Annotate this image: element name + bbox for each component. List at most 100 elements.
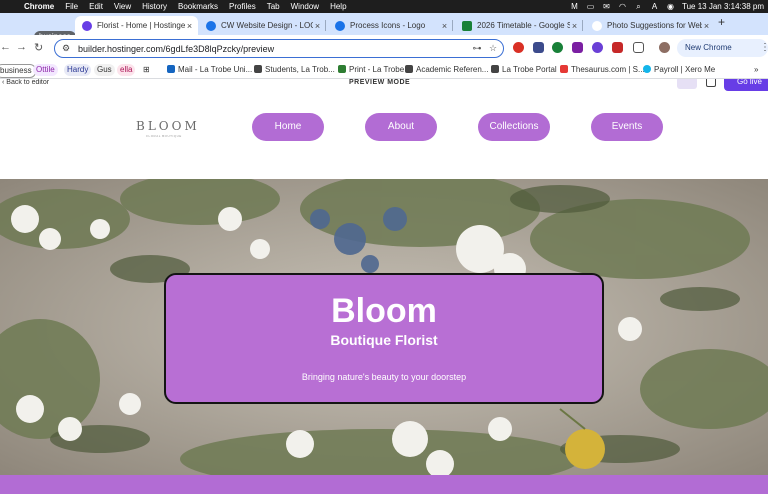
bookmarks-overflow-icon[interactable]: » [754,64,758,76]
hero-tagline: Bringing nature's beauty to your doorste… [301,372,467,382]
menu-app-name[interactable]: Chrome [24,2,54,11]
url-text[interactable]: builder.hostinger.com/6gdLfe3D8lqPzcky/p… [78,44,471,54]
menubar-clock[interactable]: Tue 13 Jan 3:14:38 pm [682,2,764,11]
menu-window[interactable]: Window [291,2,319,11]
chrome-update-button[interactable]: New Chrome available [677,39,768,70]
tab-process-icons[interactable]: Process Icons - Logo × [328,16,453,35]
bookmark-group-ella[interactable]: ella [117,64,136,76]
close-tab-icon[interactable]: × [702,21,711,31]
canva-favicon-icon [206,20,216,31]
password-key-icon[interactable]: ⊶ [471,43,483,54]
mail-icon [167,65,175,73]
bookmark-academic[interactable]: Academic Referen... [405,64,488,76]
nav-collections-button[interactable]: Collections [478,113,550,141]
a-icon[interactable]: A [650,2,659,11]
game-extension-icon[interactable] [612,42,623,53]
wifi-icon[interactable]: ◠ [618,2,627,11]
puzzle-color-extension-icon[interactable] [572,42,583,53]
bookmark-group-gus[interactable]: Gus [94,64,115,76]
menu-bookmarks[interactable]: Bookmarks [178,2,218,11]
back-icon[interactable]: ← [0,41,11,53]
tab-strip: business Florist - Home | Hostinger W...… [0,13,768,43]
menu-help[interactable]: Help [330,2,346,11]
nav-events-button[interactable]: Events [591,113,663,141]
page-viewport: ‹ Back to editor PREVIEW MODE Go live BL… [0,79,768,494]
close-tab-icon[interactable]: × [313,21,322,31]
menu-profiles[interactable]: Profiles [229,2,256,11]
next-section-band [0,475,768,494]
latrobe-icon [491,65,499,73]
site-logo[interactable]: BLOOM FLORAL BOUTIQUE [136,119,200,143]
menu-edit[interactable]: Edit [89,2,103,11]
tab-cw-website[interactable]: CW Website Design - LOGO... × [199,16,326,35]
bookmark-students[interactable]: Students, La Trob... [254,64,335,76]
tab-florist[interactable]: Florist - Home | Hostinger W... × [75,16,198,35]
apps-grid-icon[interactable]: ⊞ [143,64,150,76]
menu-tab[interactable]: Tab [267,2,280,11]
bookmark-group-business[interactable]: business [0,64,36,78]
close-tab-icon[interactable]: × [440,21,449,31]
latrobe-icon [254,65,262,73]
purple-extension-icon[interactable] [592,42,603,53]
m-icon[interactable]: M [570,2,579,11]
menu-history[interactable]: History [142,2,167,11]
bookmark-latrobe-portal[interactable]: La Trobe Portal [491,64,557,76]
google-sheets-favicon-icon [462,20,472,31]
mail-icon[interactable]: ✉ [602,2,611,11]
tab-title: 2026 Timetable - Google She... [477,21,570,30]
hero-subtitle: Boutique Florist [330,332,438,348]
macos-menubar: Chrome File Edit View History Bookmarks … [0,0,768,13]
tab-title: Photo Suggestions for Webs... [607,21,702,30]
print-icon [338,65,346,73]
xero-icon [643,65,651,73]
tab-title: CW Website Design - LOGO... [221,21,313,30]
preview-mode-label: PREVIEW MODE [349,79,411,86]
close-tab-icon[interactable]: × [570,21,579,31]
bookmarks-bar: business Ottile Hardy Gus ella ⊞ Mail - … [0,62,768,79]
back-to-editor-link[interactable]: ‹ Back to editor [2,79,49,86]
latrobe-icon [405,65,413,73]
hero-title: Bloom [331,292,437,330]
go-live-button[interactable]: Go live [724,79,768,91]
menu-view[interactable]: View [114,2,131,11]
hostinger-favicon-icon [82,20,92,31]
grammarly-extension-icon[interactable] [552,42,563,53]
tab-timetable[interactable]: 2026 Timetable - Google She... × [455,16,583,35]
desktop-view-icon[interactable] [677,79,697,89]
ai-favicon-icon [592,20,602,31]
nav-home-button[interactable]: Home [252,113,324,141]
bookmark-thesaurus[interactable]: Thesaurus.com | S... [560,64,645,76]
search-icon[interactable]: ⌕ [634,2,643,11]
forward-icon[interactable]: → [16,41,27,53]
hero-section: Bloom Boutique Florist Bringing nature's… [0,179,768,475]
profile-avatar[interactable] [659,42,670,53]
bookmark-mail[interactable]: Mail - La Trobe Uni... [167,64,252,76]
new-tab-button[interactable]: + [718,15,725,29]
logo-tagline: FLORAL BOUTIQUE [146,134,182,138]
tab-title: Florist - Home | Hostinger W... [97,21,185,30]
address-bar[interactable]: ⚙ builder.hostinger.com/6gdLfe3D8lqPzcky… [54,39,504,58]
adblock-extension-icon[interactable] [513,42,524,53]
bookmark-payroll[interactable]: Payroll | Xero Me [643,64,715,76]
bookmark-group-ottile[interactable]: Ottile [33,64,58,76]
menubar-status-area: M ▭ ✉ ◠ ⌕ A ◉ Tue 13 Jan 3:14:38 pm [570,0,764,13]
tab-photo-suggestions[interactable]: Photo Suggestions for Webs... × [585,16,715,35]
reload-icon[interactable]: ↻ [34,41,43,54]
menu-file[interactable]: File [65,2,78,11]
logo-wordmark: BLOOM [136,119,200,133]
nav-about-button[interactable]: About [365,113,437,141]
battery-icon[interactable]: ▭ [586,2,595,11]
thesaurus-icon [560,65,568,73]
tab-title: Process Icons - Logo [350,21,426,30]
bookmark-star-icon[interactable]: ☆ [487,43,499,54]
kebab-menu-icon[interactable]: ⋮ [760,42,768,53]
bookmark-print[interactable]: Print - La Trobe [338,64,404,76]
bookmark-group-hardy[interactable]: Hardy [64,64,92,76]
hostinger-editor-bar: ‹ Back to editor PREVIEW MODE Go live [0,79,768,92]
mobile-view-icon[interactable] [706,79,716,87]
control-center-icon[interactable]: ◉ [666,2,675,11]
site-settings-icon[interactable]: ⚙ [62,43,72,54]
reader-extension-icon[interactable] [533,42,544,53]
extensions-puzzle-icon[interactable] [633,42,644,53]
close-tab-icon[interactable]: × [185,21,194,31]
